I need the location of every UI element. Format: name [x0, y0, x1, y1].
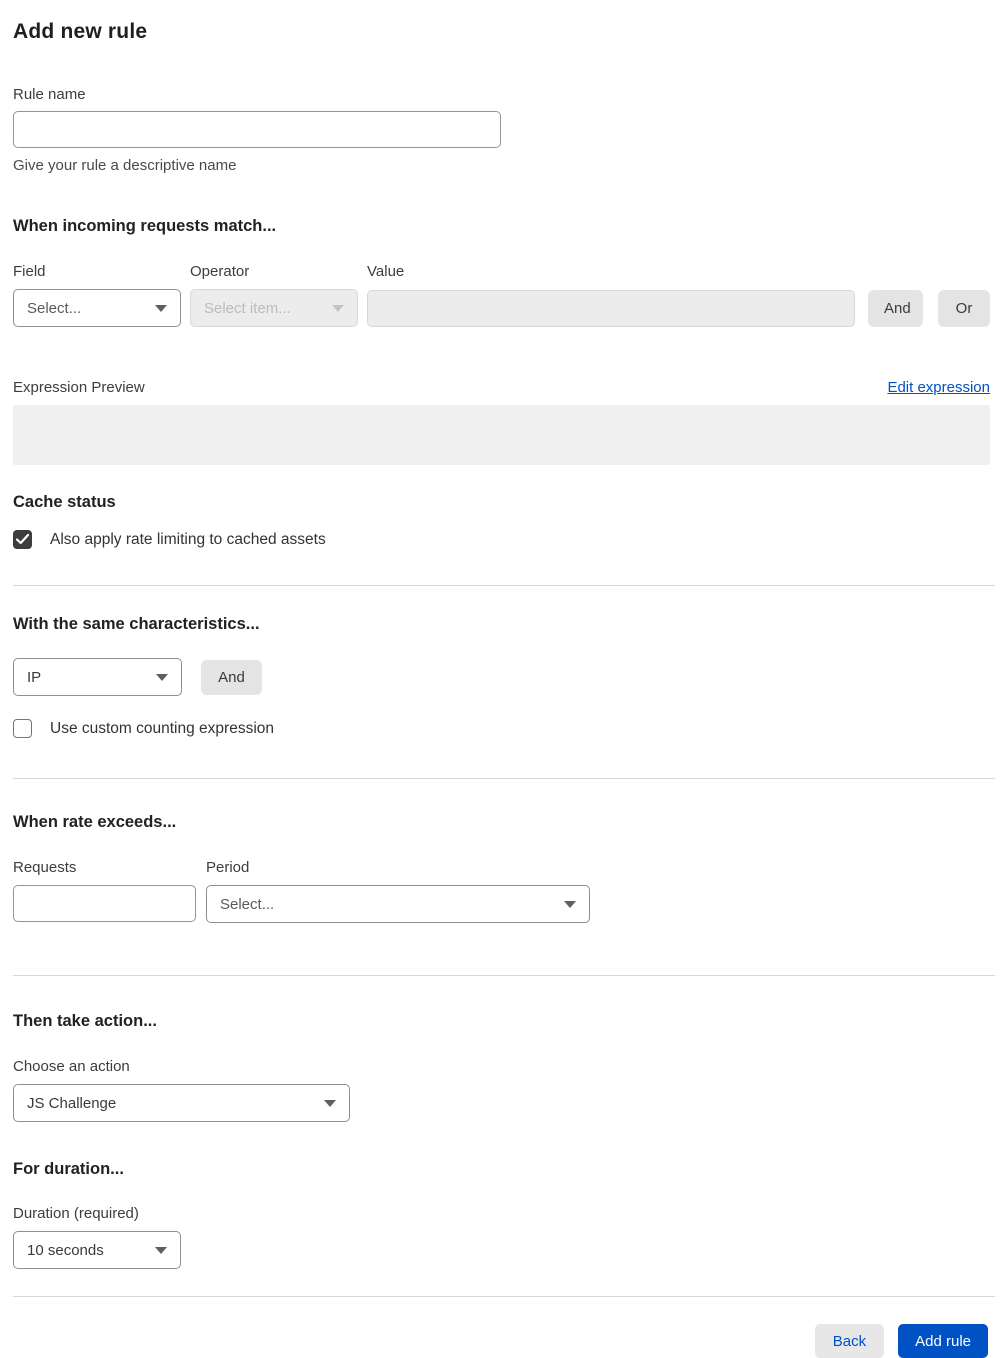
section-divider [13, 585, 995, 586]
cache-status-heading: Cache status [13, 493, 116, 511]
cache-checkbox-row: Also apply rate limiting to cached asset… [13, 530, 990, 549]
rule-name-block: Rule name Give your rule a descriptive n… [13, 86, 990, 174]
duration-section: For duration... Duration (required) 10 s… [13, 1160, 990, 1269]
expression-preview-label: Expression Preview [13, 379, 145, 396]
duration-select-value: 10 seconds [27, 1241, 104, 1259]
add-rule-form: Add new rule Rule name Give your rule a … [0, 0, 1002, 1358]
section-divider [13, 1296, 995, 1297]
chevron-down-icon [155, 304, 167, 312]
characteristics-section: With the same characteristics... IP And … [13, 615, 990, 738]
expression-preview-box [13, 405, 990, 465]
operator-select-placeholder: Select item... [204, 299, 291, 317]
action-section: Then take action... Choose an action JS … [13, 1012, 990, 1122]
action-select-value: JS Challenge [27, 1094, 117, 1112]
rate-section: When rate exceeds... Requests Period Sel… [13, 813, 990, 923]
field-select-placeholder: Select... [27, 299, 82, 317]
footer-actions: Back Add rule [13, 1324, 990, 1358]
back-button[interactable]: Back [814, 1324, 885, 1358]
action-select[interactable]: JS Challenge [13, 1084, 350, 1122]
chevron-down-icon [332, 304, 344, 312]
match-section: When incoming requests match... Field Op… [13, 217, 990, 327]
value-label: Value [367, 263, 405, 280]
section-divider [13, 778, 995, 779]
duration-label: Duration (required) [13, 1205, 139, 1222]
chevron-down-icon [155, 1246, 167, 1254]
chevron-down-icon [156, 673, 168, 681]
and-button[interactable]: And [868, 289, 923, 327]
cached-assets-checkbox[interactable] [13, 530, 32, 549]
requests-input[interactable] [13, 885, 196, 922]
custom-counting-checkbox[interactable] [13, 719, 32, 738]
chevron-down-icon [564, 900, 576, 908]
rule-name-input[interactable] [13, 111, 501, 148]
chevron-down-icon [324, 1099, 336, 1107]
cache-status-section: Cache status Also apply rate limiting to… [13, 493, 990, 549]
rate-heading: When rate exceeds... [13, 813, 177, 831]
action-heading: Then take action... [13, 1012, 157, 1030]
checkmark-icon [16, 534, 29, 545]
field-select[interactable]: Select... [13, 289, 181, 327]
match-heading: When incoming requests match... [13, 217, 277, 235]
duration-select[interactable]: 10 seconds [13, 1231, 181, 1269]
characteristic-select-value: IP [27, 668, 42, 686]
characteristics-heading: With the same characteristics... [13, 615, 260, 633]
cached-assets-checkbox-label[interactable]: Also apply rate limiting to cached asset… [50, 531, 326, 549]
field-label: Field [13, 263, 46, 280]
edit-expression-link[interactable]: Edit expression [887, 379, 990, 396]
characteristics-and-button[interactable]: And [201, 659, 262, 695]
period-label: Period [206, 859, 250, 876]
period-select[interactable]: Select... [206, 885, 590, 923]
or-button[interactable]: Or [938, 289, 990, 327]
counting-expression-row: Use custom counting expression [13, 719, 990, 738]
requests-label: Requests [13, 859, 77, 876]
characteristic-select[interactable]: IP [13, 658, 182, 696]
custom-counting-checkbox-label[interactable]: Use custom counting expression [50, 720, 274, 738]
operator-select[interactable]: Select item... [190, 289, 358, 327]
rule-name-helper: Give your rule a descriptive name [13, 157, 237, 174]
value-input[interactable] [367, 289, 855, 327]
duration-heading: For duration... [13, 1160, 124, 1178]
section-divider [13, 975, 995, 976]
expression-header-row: Expression Preview Edit expression [13, 379, 990, 396]
choose-action-label: Choose an action [13, 1058, 130, 1075]
operator-label: Operator [190, 263, 250, 280]
period-select-placeholder: Select... [220, 895, 275, 913]
add-rule-button[interactable]: Add rule [898, 1324, 988, 1358]
rule-name-label: Rule name [13, 86, 86, 103]
page-title: Add new rule [13, 20, 148, 43]
